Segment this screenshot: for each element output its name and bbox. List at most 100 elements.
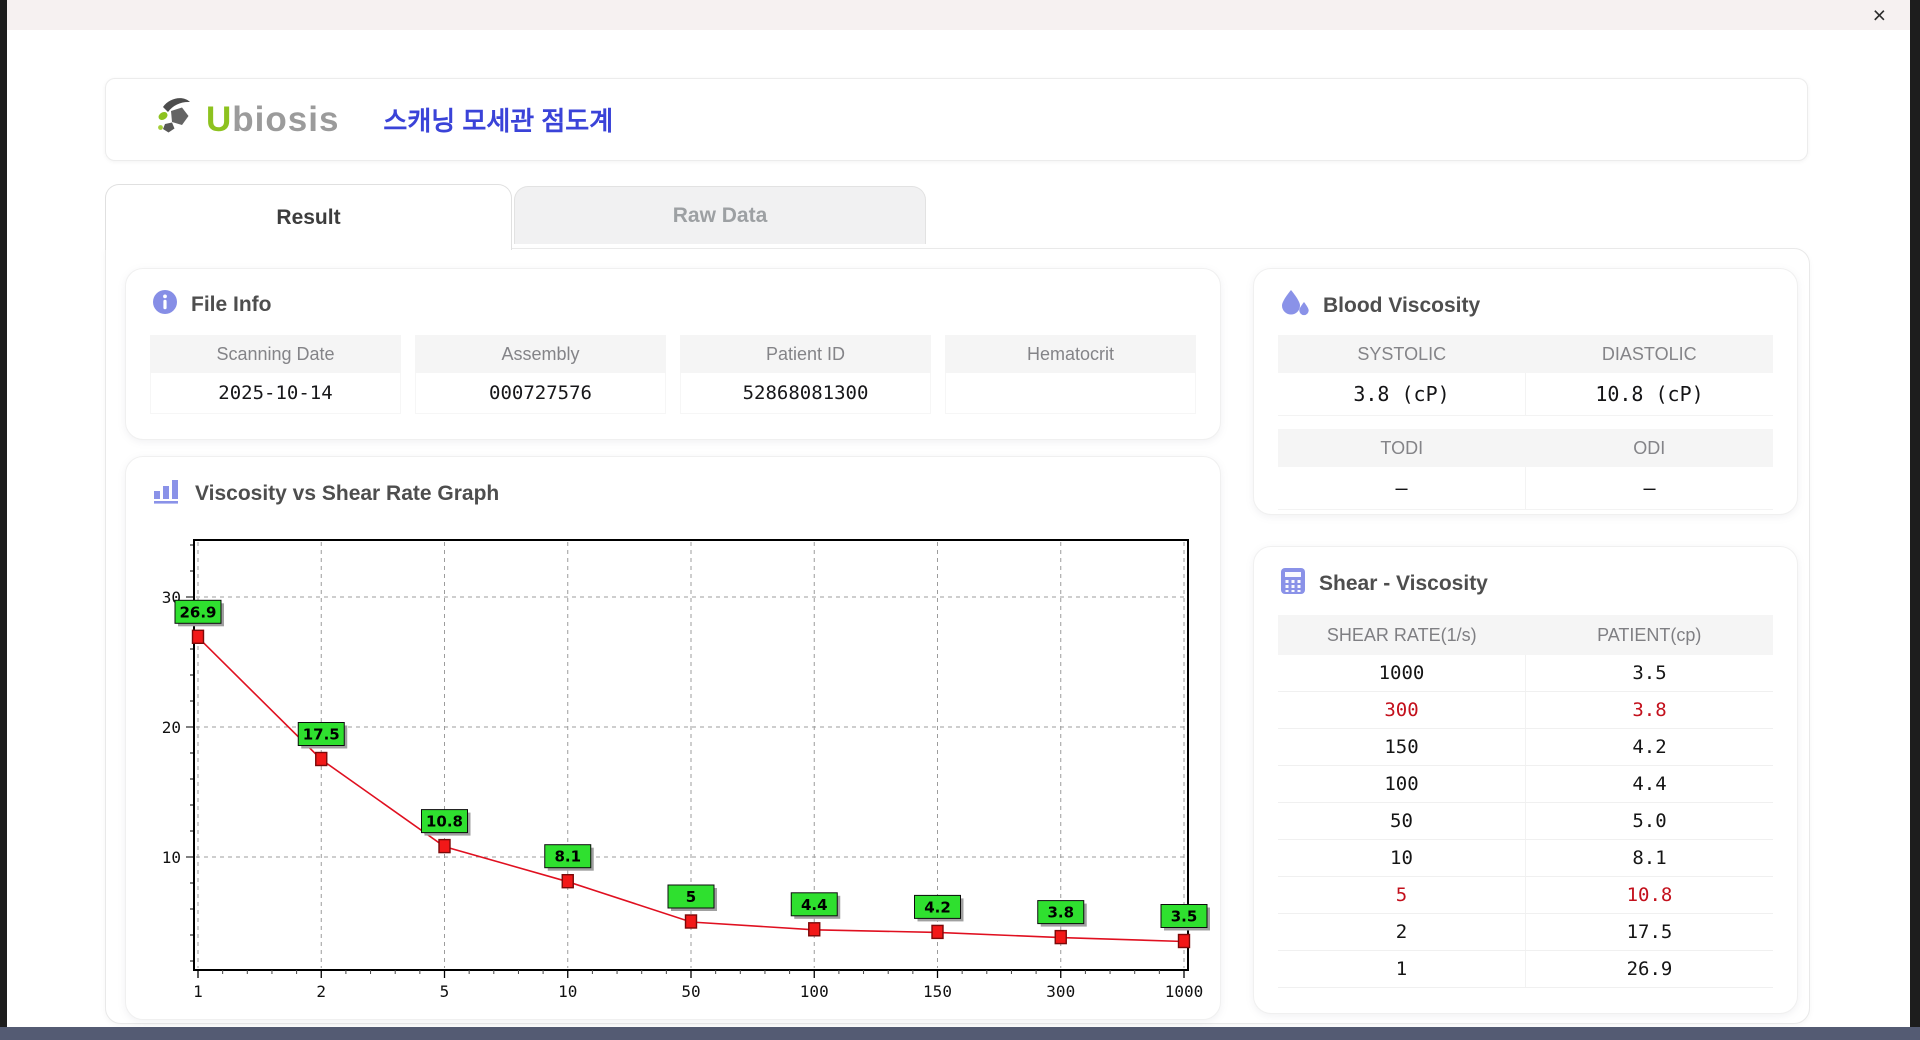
field-scanning-date: Scanning Date 2025-10-14 (150, 335, 401, 414)
app-header: Ubiosis 스캐닝 모세관 점도계 (105, 78, 1808, 161)
tab-raw-data-label: Raw Data (672, 203, 768, 227)
field-value: 000727576 (415, 373, 666, 414)
patient-value: 5.0 (1525, 803, 1773, 839)
svg-text:50: 50 (681, 982, 700, 1001)
diastolic-value: 10.8 (cP) (1525, 373, 1773, 415)
svg-text:1: 1 (193, 982, 203, 1001)
bar-chart-icon (152, 477, 182, 510)
svg-text:2: 2 (316, 982, 326, 1001)
shear-value: 50 (1390, 810, 1413, 832)
svg-text:10: 10 (162, 848, 181, 867)
bv-value-row-2: – – (1278, 467, 1773, 510)
table-row: 50 5.0 (1278, 803, 1773, 840)
patient-value: 3.8 (1525, 692, 1773, 728)
tab-raw-data[interactable]: Raw Data (514, 186, 926, 244)
patient-value: 17.5 (1525, 914, 1773, 950)
patient-value: 4.2 (1525, 729, 1773, 765)
svg-text:5: 5 (440, 982, 450, 1001)
patient-value: 3.5 (1525, 655, 1773, 691)
calculator-icon (1280, 567, 1306, 601)
bv-value-row-1: 3.8 (cP) 10.8 (cP) (1278, 373, 1773, 416)
svg-text:300: 300 (1046, 982, 1075, 1001)
window-right-border (1910, 0, 1920, 1040)
shear-value: 2 (1395, 921, 1408, 943)
svg-text:10: 10 (558, 982, 577, 1001)
field-assembly: Assembly 000727576 (415, 335, 666, 414)
bv-header-row-2: TODI ODI (1278, 429, 1773, 467)
shear-value: 100 (1384, 773, 1419, 795)
systolic-label: SYSTOLIC (1357, 344, 1447, 364)
table-header-row: SHEAR RATE(1/s) PATIENT(cp) (1278, 615, 1773, 655)
table-row: 300 3.8 (1278, 692, 1773, 729)
window-bottom-bar (0, 1027, 1920, 1040)
svg-text:4.2: 4.2 (924, 898, 951, 916)
svg-text:10.8: 10.8 (426, 813, 463, 831)
info-circle-icon (152, 289, 178, 321)
tab-result-label: Result (276, 205, 341, 229)
brand-letter-u: U (206, 99, 233, 139)
graph-title: Viscosity vs Shear Rate Graph (195, 481, 500, 505)
table-row: 1 26.9 (1278, 951, 1773, 988)
brand-name: Ubiosis (206, 100, 339, 140)
systolic-value: 3.8 (cP) (1353, 382, 1450, 406)
field-value: 52868081300 (680, 373, 931, 414)
col-patient: PATIENT(cp) (1597, 625, 1702, 645)
shear-value: 10 (1390, 847, 1413, 869)
bv-header-row-1: SYSTOLIC DIASTOLIC (1278, 335, 1773, 373)
shear-viscosity-table: SHEAR RATE(1/s) PATIENT(cp) 1000 3.5 300… (1278, 615, 1773, 988)
svg-text:8.1: 8.1 (554, 848, 581, 866)
shear-value: 1 (1395, 958, 1408, 980)
blood-viscosity-panel: Blood Viscosity SYSTOLIC DIASTOLIC 3.8 (… (1253, 268, 1798, 515)
file-info-title: File Info (191, 293, 272, 316)
diastolic-label: DIASTOLIC (1601, 344, 1697, 364)
svg-text:17.5: 17.5 (303, 726, 340, 744)
viscosity-graph-panel: 10 20 30 1 2 5 10 50 100 150 300 1000 26.9 17.5 10.8 8.… (125, 456, 1221, 1020)
odi-label: ODI (1633, 438, 1666, 458)
svg-text:3.5: 3.5 (1171, 908, 1198, 926)
table-row: 100 4.4 (1278, 766, 1773, 803)
svg-text:150: 150 (923, 982, 952, 1001)
field-value (945, 373, 1196, 414)
svg-text:26.9: 26.9 (179, 603, 216, 621)
table-row: 1000 3.5 (1278, 655, 1773, 692)
window-left-border (0, 0, 7, 1040)
todi-value: – (1395, 476, 1408, 500)
table-row: 10 8.1 (1278, 840, 1773, 877)
shear-viscosity-panel: Shear - Viscosity SHEAR RATE(1/s) PATIEN… (1253, 546, 1798, 1014)
table-row: 5 10.8 (1278, 877, 1773, 914)
shear-viscosity-title: Shear - Viscosity (1319, 572, 1488, 595)
col-shear-rate: SHEAR RATE(1/s) (1326, 625, 1477, 645)
svg-text:100: 100 (800, 982, 829, 1001)
patient-value: 8.1 (1525, 840, 1773, 876)
odi-value: – (1525, 467, 1773, 509)
window-titlebar: × (7, 0, 1910, 30)
pebble-cluster-logo-icon (154, 95, 200, 144)
brand-logo: Ubiosis (154, 95, 339, 144)
close-icon[interactable]: × (1873, 1, 1886, 29)
svg-text:5: 5 (686, 888, 696, 906)
field-patient-id: Patient ID 52868081300 (680, 335, 931, 414)
field-label: Patient ID (680, 335, 931, 373)
table-row: 2 17.5 (1278, 914, 1773, 951)
svg-text:3.8: 3.8 (1047, 904, 1074, 922)
field-value: 2025-10-14 (150, 373, 401, 414)
droplets-icon (1280, 289, 1310, 323)
svg-text:4.4: 4.4 (801, 896, 828, 914)
field-hematocrit: Hematocrit (945, 335, 1196, 414)
app-title-korean: 스캐닝 모세관 점도계 (383, 106, 614, 136)
tab-result[interactable]: Result (105, 184, 512, 250)
field-label: Scanning Date (150, 335, 401, 373)
svg-text:20: 20 (162, 718, 181, 737)
brand-rest: biosis (232, 99, 340, 139)
blood-viscosity-title: Blood Viscosity (1323, 294, 1481, 317)
field-label: Assembly (415, 335, 666, 373)
table-row: 150 4.2 (1278, 729, 1773, 766)
shear-value: 5 (1395, 884, 1408, 906)
shear-value: 300 (1384, 699, 1419, 721)
shear-value: 150 (1384, 736, 1419, 758)
patient-value: 4.4 (1525, 766, 1773, 802)
patient-value: 10.8 (1525, 877, 1773, 913)
shear-value: 1000 (1378, 662, 1425, 684)
patient-value: 26.9 (1525, 951, 1773, 987)
viscosity-chart: 1020301 2 5 10 50 100 150 300 100026.917.510.88.… (162, 539, 1210, 1001)
